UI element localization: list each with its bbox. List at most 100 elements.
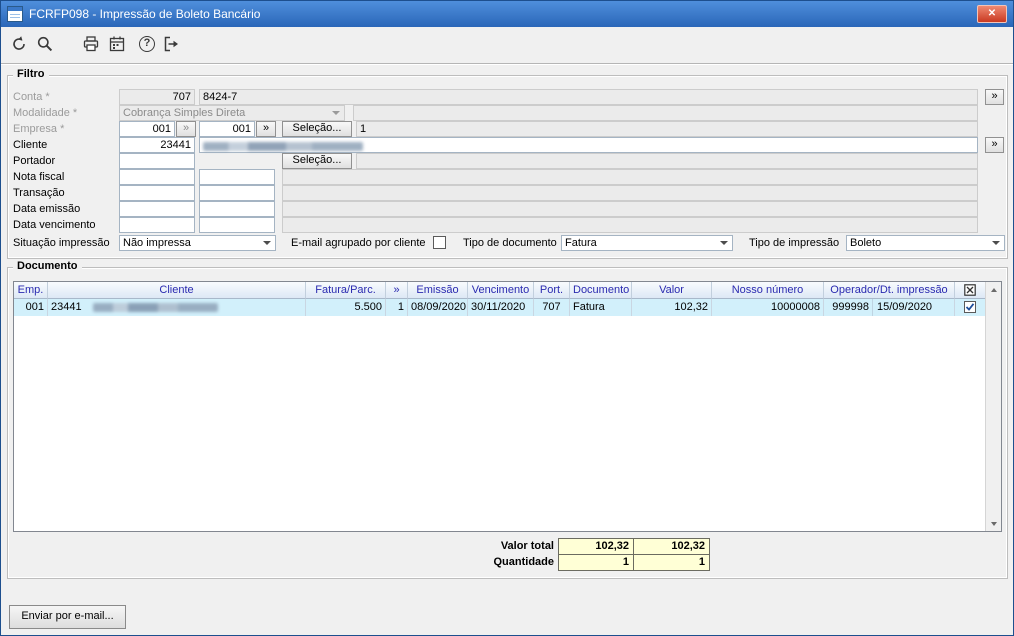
portador-label: Portador: [13, 155, 56, 167]
chevron-down-icon: [720, 241, 728, 245]
toolbar-separator: [1, 63, 1013, 65]
redacted-client-name: [92, 302, 218, 312]
enviar-email-button[interactable]: Enviar por e-mail...: [9, 605, 126, 629]
header-vencimento[interactable]: Vencimento: [468, 282, 534, 299]
app-icon: [7, 6, 23, 22]
chevron-down-icon: [332, 111, 340, 115]
email-agrupado-checkbox[interactable]: [433, 236, 446, 249]
header-parc[interactable]: »: [386, 282, 408, 299]
cliente-code-field[interactable]: 23441: [119, 137, 195, 153]
empresa-selecao-button[interactable]: Seleção...: [282, 121, 352, 137]
search-icon: [36, 35, 54, 53]
tipo-impressao-label: Tipo de impressão: [749, 237, 840, 249]
header-valor[interactable]: Valor: [632, 282, 712, 299]
cliente-label: Cliente: [13, 139, 48, 151]
cliente-more-button[interactable]: »: [985, 137, 1004, 153]
situacao-value: Não impressa: [123, 237, 191, 249]
modalidade-label: Modalidade *: [13, 107, 78, 119]
calendar-icon: [108, 35, 126, 53]
grid-header-row: Emp. Cliente Fatura/Parc. » Emissão Venc…: [14, 282, 985, 299]
tipo-documento-combo[interactable]: Fatura: [561, 235, 733, 251]
header-fatura-parc[interactable]: Fatura/Parc.: [306, 282, 386, 299]
toolbar: ?: [1, 27, 1013, 63]
data-emissao-extra-field: [282, 201, 978, 217]
data-emissao-to-field[interactable]: [199, 201, 275, 217]
empresa-more2-button[interactable]: »: [256, 121, 276, 137]
search-button[interactable]: [33, 32, 57, 56]
data-vencimento-extra-field: [282, 217, 978, 233]
conta-label: Conta *: [13, 91, 50, 103]
nota-fiscal-to-field[interactable]: [199, 169, 275, 185]
transacao-to-field[interactable]: [199, 185, 275, 201]
header-cliente[interactable]: Cliente: [48, 282, 306, 299]
scroll-down-icon[interactable]: [986, 516, 1001, 531]
tipo-documento-label: Tipo de documento: [463, 237, 557, 249]
empresa-code2-field[interactable]: 001: [199, 121, 255, 137]
scroll-up-icon[interactable]: [986, 282, 1001, 297]
header-port[interactable]: Port.: [534, 282, 570, 299]
situacao-combo[interactable]: Não impressa: [119, 235, 276, 251]
help-button[interactable]: ?: [135, 32, 159, 56]
calendar-button[interactable]: [105, 32, 129, 56]
header-documento[interactable]: Documento: [570, 282, 632, 299]
empresa-more1-button[interactable]: »: [176, 121, 196, 137]
situacao-label: Situação impressão: [13, 237, 110, 249]
header-nosso-numero[interactable]: Nosso número: [712, 282, 824, 299]
tipo-impressao-value: Boleto: [850, 237, 882, 249]
cell-operador-dt: 999998 15/09/2020: [824, 299, 955, 316]
window-title: FCRFP098 - Impressão de Boleto Bancário: [29, 7, 261, 21]
help-icon: ?: [139, 36, 155, 52]
quantidade-field-2: 1: [633, 554, 710, 571]
grid-row[interactable]: 001 23441 5.500 1 08/09/2020 30/11/2020 …: [14, 299, 985, 316]
quantidade-field-1: 1: [558, 554, 634, 571]
header-operador[interactable]: Operador/Dt. impressão: [824, 282, 955, 299]
data-emissao-from-field[interactable]: [119, 201, 195, 217]
cell-port: 707: [534, 299, 570, 316]
conta-more-button[interactable]: »: [985, 89, 1004, 105]
cliente-name-field[interactable]: [199, 137, 978, 153]
chevron-down-icon: [263, 241, 271, 245]
close-button[interactable]: ✕: [977, 5, 1007, 23]
documents-grid: Emp. Cliente Fatura/Parc. » Emissão Venc…: [13, 281, 1002, 532]
portador-field[interactable]: [119, 153, 195, 169]
chevron-down-icon: [992, 241, 1000, 245]
modalidade-extra-field: [353, 105, 978, 121]
conta-code-field: 707: [119, 89, 195, 105]
cell-parc: 1: [386, 299, 408, 316]
print-button[interactable]: [79, 32, 103, 56]
select-all-checkbox-icon: [964, 284, 976, 298]
tipo-impressao-combo[interactable]: Boleto: [846, 235, 1005, 251]
transacao-from-field[interactable]: [119, 185, 195, 201]
cell-dt-impressao: 15/09/2020: [872, 299, 954, 316]
data-vencimento-to-field[interactable]: [199, 217, 275, 233]
cell-fatura-parc: 5.500: [306, 299, 386, 316]
cell-selected[interactable]: [955, 299, 985, 316]
grid-scrollbar[interactable]: [985, 282, 1001, 531]
undo-button[interactable]: [7, 32, 31, 56]
portador-extra-field: [356, 153, 978, 169]
header-select-all[interactable]: [955, 282, 985, 299]
cell-cliente: 23441: [48, 299, 306, 316]
header-emp[interactable]: Emp.: [14, 282, 48, 299]
valor-total-label: Valor total: [500, 540, 554, 552]
cell-documento: Fatura: [570, 299, 632, 316]
tipo-documento-value: Fatura: [565, 237, 597, 249]
cell-cliente-code: 23441: [51, 301, 82, 313]
header-emissao[interactable]: Emissão: [408, 282, 468, 299]
quantidade-label: Quantidade: [493, 556, 554, 568]
valor-total-field-1: 102,32: [558, 538, 634, 555]
data-vencimento-label: Data vencimento: [13, 219, 96, 231]
modalidade-combo: Cobrança Simples Direta: [119, 105, 345, 121]
undo-icon: [10, 35, 28, 53]
email-agrupado-label: E-mail agrupado por cliente: [291, 237, 426, 249]
portador-selecao-button[interactable]: Seleção...: [282, 153, 352, 169]
nota-fiscal-from-field[interactable]: [119, 169, 195, 185]
data-vencimento-from-field[interactable]: [119, 217, 195, 233]
print-icon: [82, 35, 100, 53]
row-checkbox-checked: [964, 301, 976, 313]
exit-button[interactable]: [159, 32, 183, 56]
documento-legend: Documento: [13, 260, 82, 272]
title-bar: FCRFP098 - Impressão de Boleto Bancário …: [1, 1, 1013, 27]
empresa-code1-field[interactable]: 001: [119, 121, 175, 137]
cell-emissao: 08/09/2020: [408, 299, 468, 316]
